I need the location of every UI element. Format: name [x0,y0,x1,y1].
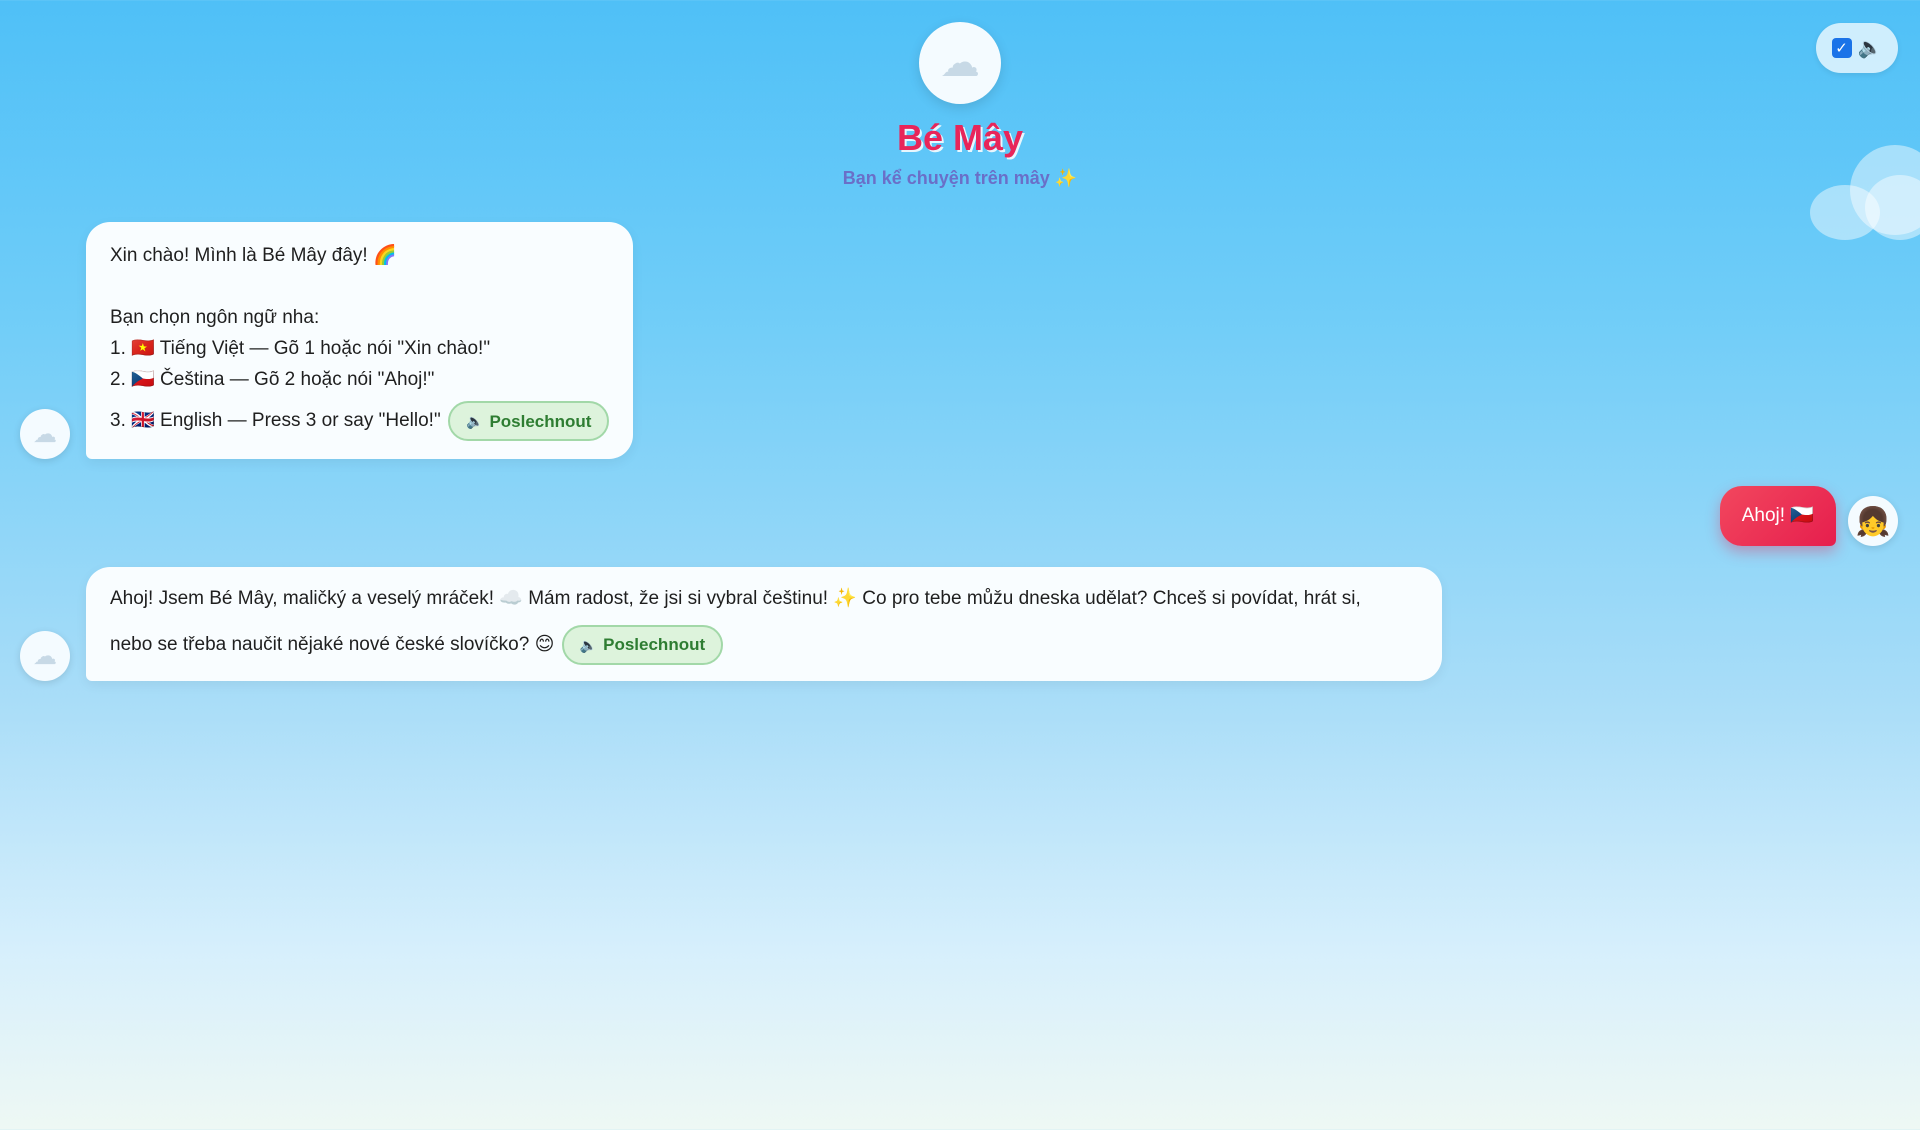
bot-message: ☁ Xin chào! Mình là Bé Mây đây! 🌈 Bạn ch… [20,222,633,459]
bot-bubble: Xin chào! Mình là Bé Mây đây! 🌈 Bạn chọn… [86,222,633,459]
child-avatar-icon: 👧 [1848,496,1898,546]
app-subtitle: Bạn kể chuyện trên mây ✨ [0,168,1920,189]
message-line: nebo se třeba naučit nějaké nové české s… [110,625,1418,665]
cloud-avatar-icon: ☁ [20,631,70,681]
listen-button-label: Poslechnout [489,411,592,431]
user-message: Ahoj! 🇨🇿 👧 [1719,486,1898,546]
sparkle-icon: ✨ [1054,167,1078,188]
subtitle-text: Bạn kể chuyện trên mây [842,167,1050,188]
user-bubble: Ahoj! 🇨🇿 [1719,486,1836,546]
header: ☁ Bé Mây Bạn kể chuyện trên mây ✨ [0,22,1920,189]
speaker-icon: 🔈 [579,637,598,653]
message-line: 3. 🇬🇧 English — Press 3 or say "Hello!" … [110,401,610,441]
bot-message: ☁ Ahoj! Jsem Bé Mây, maličký a veselý mr… [20,567,1442,681]
app-title: Bé Mây [896,117,1024,158]
cloud-logo-icon: ☁ [919,22,1001,104]
message-line: Bạn chọn ngôn ngữ nha: [110,307,320,328]
message-line: 2. 🇨🇿 Čeština — Gõ 2 hoặc nói "Ahoj!" [110,369,435,390]
listen-button-label: Poslechnout [603,635,706,654]
message-line-text: 3. 🇬🇧 English — Press 3 or say "Hello!" [110,410,441,432]
message-line-text: nebo se třeba naučit nějaké nové české s… [110,634,555,656]
message-line: 1. 🇻🇳 Tiếng Việt — Gõ 1 hoặc nói "Xin ch… [110,338,491,359]
bot-bubble: Ahoj! Jsem Bé Mây, maličký a veselý mráč… [86,567,1442,681]
listen-button[interactable]: 🔈 Poslechnout [561,625,724,665]
message-line: Xin chào! Mình là Bé Mây đây! 🌈 [110,245,397,266]
speaker-icon: 🔈 [466,412,484,429]
cloud-avatar-icon: ☁ [20,409,70,459]
listen-button[interactable]: 🔈 Poslechnout [448,401,610,441]
message-line: Ahoj! Jsem Bé Mây, maličký a veselý mráč… [110,588,1361,609]
